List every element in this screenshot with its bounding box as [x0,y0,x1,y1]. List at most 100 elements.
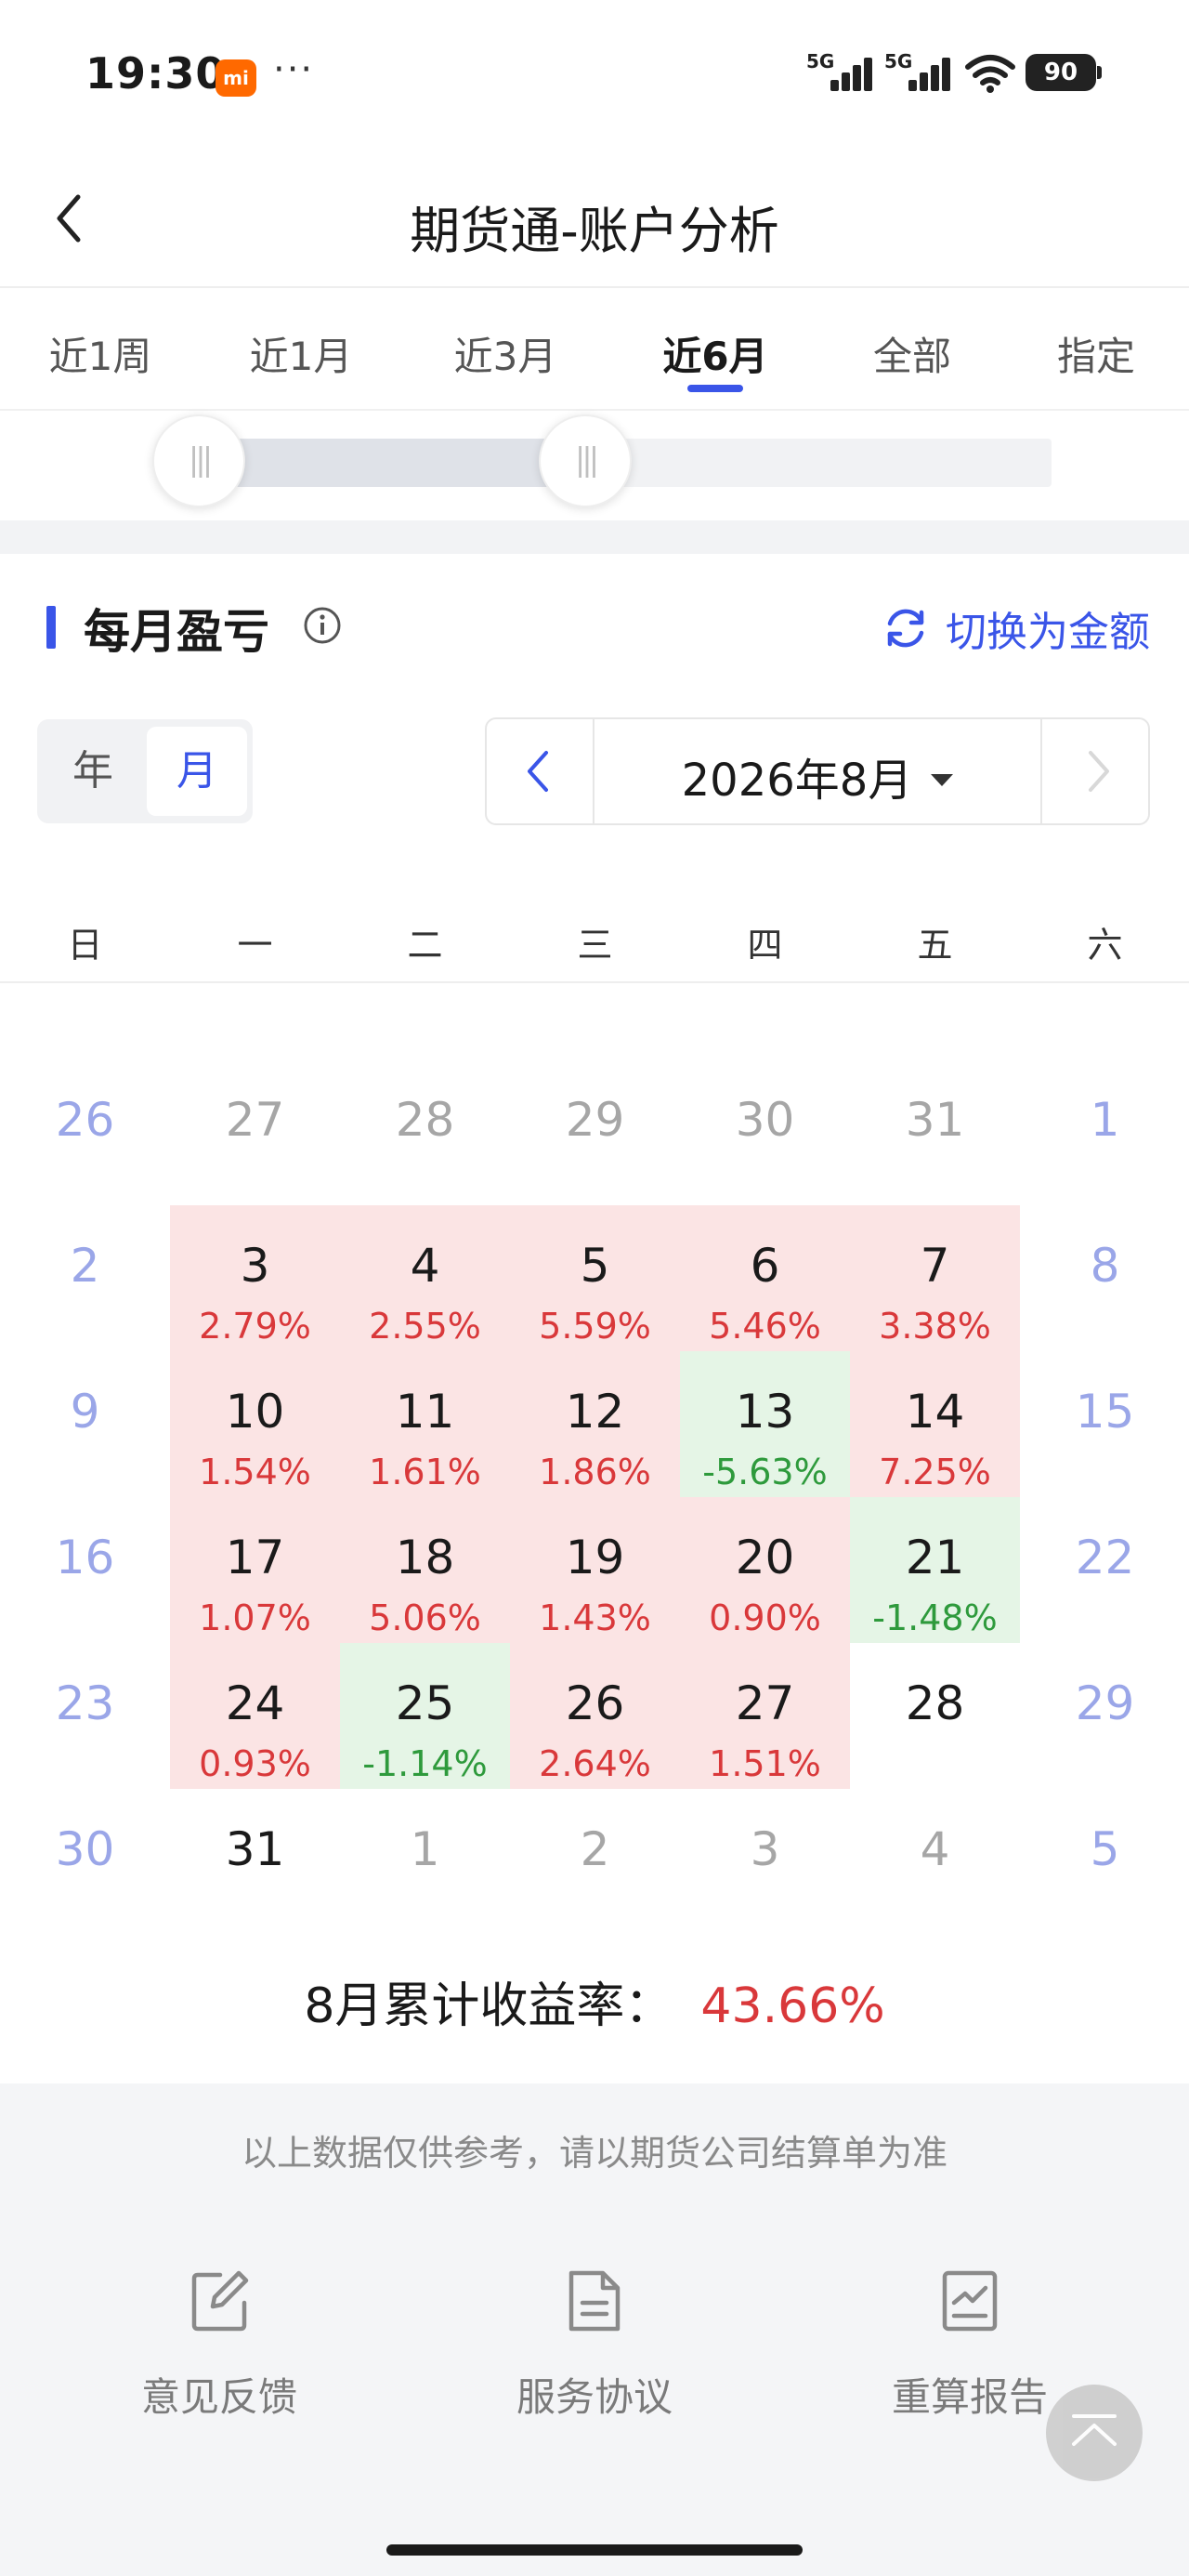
calendar-day[interactable]: 2 [510,1789,680,1935]
service-agreement-label: 服务协议 [516,2374,673,2420]
calendar-day[interactable]: 3 [680,1789,850,1935]
calendar-day[interactable]: 28 [850,1643,1020,1789]
calendar-day[interactable]: 24 0.93% [170,1643,340,1789]
calendar-day[interactable]: 22 [1020,1497,1189,1643]
calendar-day[interactable]: 1 [1020,1059,1189,1205]
calendar-day[interactable]: 31 [170,1789,340,1935]
selected-month: 2026年8月 [681,755,913,807]
toggle-month[interactable]: 月 [147,727,247,816]
calendar-day[interactable]: 2 [0,1205,170,1351]
mi-badge-icon: mi [216,59,256,97]
day-number: 12 [565,1385,625,1439]
tab-1-week[interactable]: 近1周 [17,325,184,382]
day-return: 1.43% [539,1597,651,1638]
calendar-day[interactable]: 18 5.06% [340,1497,510,1643]
calendar-day[interactable]: 25 -1.14% [340,1643,510,1789]
refresh-icon [887,609,924,648]
active-tab-indicator [687,385,743,392]
disclaimer-text: 以上数据仅供参考，请以期货公司结算单为准 [241,2133,947,2174]
range-slider-start-handle[interactable]: ||| [152,414,245,507]
calendar-day[interactable]: 11 1.61% [340,1351,510,1497]
day-number: 14 [905,1385,965,1439]
day-return: -1.48% [872,1597,998,1638]
calendar-day[interactable]: 17 1.07% [170,1497,340,1643]
calendar-day[interactable]: 26 [0,1059,170,1205]
day-return: 3.38% [879,1306,991,1347]
weekday-label: 日 [67,925,103,966]
calendar-day[interactable]: 14 7.25% [850,1351,1020,1497]
calendar-day[interactable]: 6 5.46% [680,1205,850,1351]
signal-label: 5G [806,50,835,72]
calendar-day[interactable]: 8 [1020,1205,1189,1351]
day-return: 1.51% [709,1743,821,1784]
calendar-day[interactable]: 21 -1.48% [850,1497,1020,1643]
tab-3-months[interactable]: 近3月 [422,325,589,382]
calendar-day[interactable]: 30 [680,1059,850,1205]
tab-6-months[interactable]: 近6月 [632,325,799,382]
calendar-day[interactable]: 31 [850,1059,1020,1205]
month-selector[interactable]: 2026年8月 [594,743,1040,808]
calendar-day[interactable]: 26 2.64% [510,1643,680,1789]
calendar-day[interactable]: 13 -5.63% [680,1351,850,1497]
service-agreement-button[interactable]: 服务协议 [455,2267,734,2423]
calendar-day[interactable]: 12 1.86% [510,1351,680,1497]
tab-all[interactable]: 全部 [829,325,996,382]
prev-month-button[interactable] [487,719,594,823]
calendar-day[interactable]: 5 [1020,1789,1189,1935]
calendar-day[interactable]: 1 [340,1789,510,1935]
section-accent-bar [46,606,56,649]
day-number: 18 [395,1531,455,1584]
calendar-day[interactable]: 9 [0,1351,170,1497]
tab-1-month[interactable]: 近1月 [217,325,385,382]
calendar-day[interactable]: 30 [0,1789,170,1935]
day-number: 20 [735,1531,795,1584]
cumulative-label: 8月累计收益率： [304,1978,673,2034]
day-number: 25 [395,1676,455,1730]
calendar-day[interactable]: 19 1.43% [510,1497,680,1643]
calendar-day[interactable]: 27 [170,1059,340,1205]
feedback-label: 意见反馈 [140,2374,297,2420]
calendar-day[interactable]: 28 [340,1059,510,1205]
calendar-day[interactable]: 3 2.79% [170,1205,340,1351]
day-number: 2 [580,1822,610,1876]
edit-icon [191,2270,249,2332]
feedback-button[interactable]: 意见反馈 [80,2267,359,2423]
calendar-day[interactable]: 16 [0,1497,170,1643]
day-number: 13 [735,1385,795,1439]
calendar-day[interactable]: 27 1.51% [680,1643,850,1789]
day-return: 2.64% [539,1743,651,1784]
range-slider-selection [199,439,585,487]
tab-custom[interactable]: 指定 [1013,325,1180,382]
cumulative-return: 8月累计收益率： 43.66% [0,1966,1189,2036]
toggle-year[interactable]: 年 [43,727,143,816]
day-number: 21 [905,1531,965,1584]
year-month-toggle: 年 月 [37,719,253,823]
range-slider-end-handle[interactable]: ||| [539,414,632,507]
scroll-top-button[interactable] [1046,2385,1143,2481]
day-number: 8 [1090,1239,1120,1293]
calendar-day[interactable]: 29 [510,1059,680,1205]
calendar-day[interactable]: 4 2.55% [340,1205,510,1351]
calendar-day[interactable]: 10 1.54% [170,1351,340,1497]
day-return: 1.86% [539,1452,651,1492]
calendar-day[interactable]: 20 0.90% [680,1497,850,1643]
next-month-button[interactable] [1040,719,1148,823]
calendar-day[interactable]: 4 [850,1789,1020,1935]
calendar-day[interactable]: 15 [1020,1351,1189,1497]
day-return: 1.07% [199,1597,311,1638]
day-number: 28 [395,1093,455,1147]
calendar-day[interactable]: 29 [1020,1643,1189,1789]
info-icon[interactable] [303,606,342,645]
day-return: 1.61% [369,1452,481,1492]
day-number: 24 [225,1676,285,1730]
day-number: 3 [750,1822,780,1876]
calendar-day[interactable]: 23 [0,1643,170,1789]
document-icon [568,2270,621,2332]
day-return: -5.63% [702,1452,828,1492]
calendar-day[interactable]: 7 3.38% [850,1205,1020,1351]
switch-to-amount-button[interactable]: 切换为金额 [881,598,1150,658]
weekday-header: 日 一 二 三 四 五 六 [0,900,1189,983]
day-number: 5 [1090,1822,1120,1876]
day-number: 5 [580,1239,610,1293]
calendar-day[interactable]: 5 5.59% [510,1205,680,1351]
